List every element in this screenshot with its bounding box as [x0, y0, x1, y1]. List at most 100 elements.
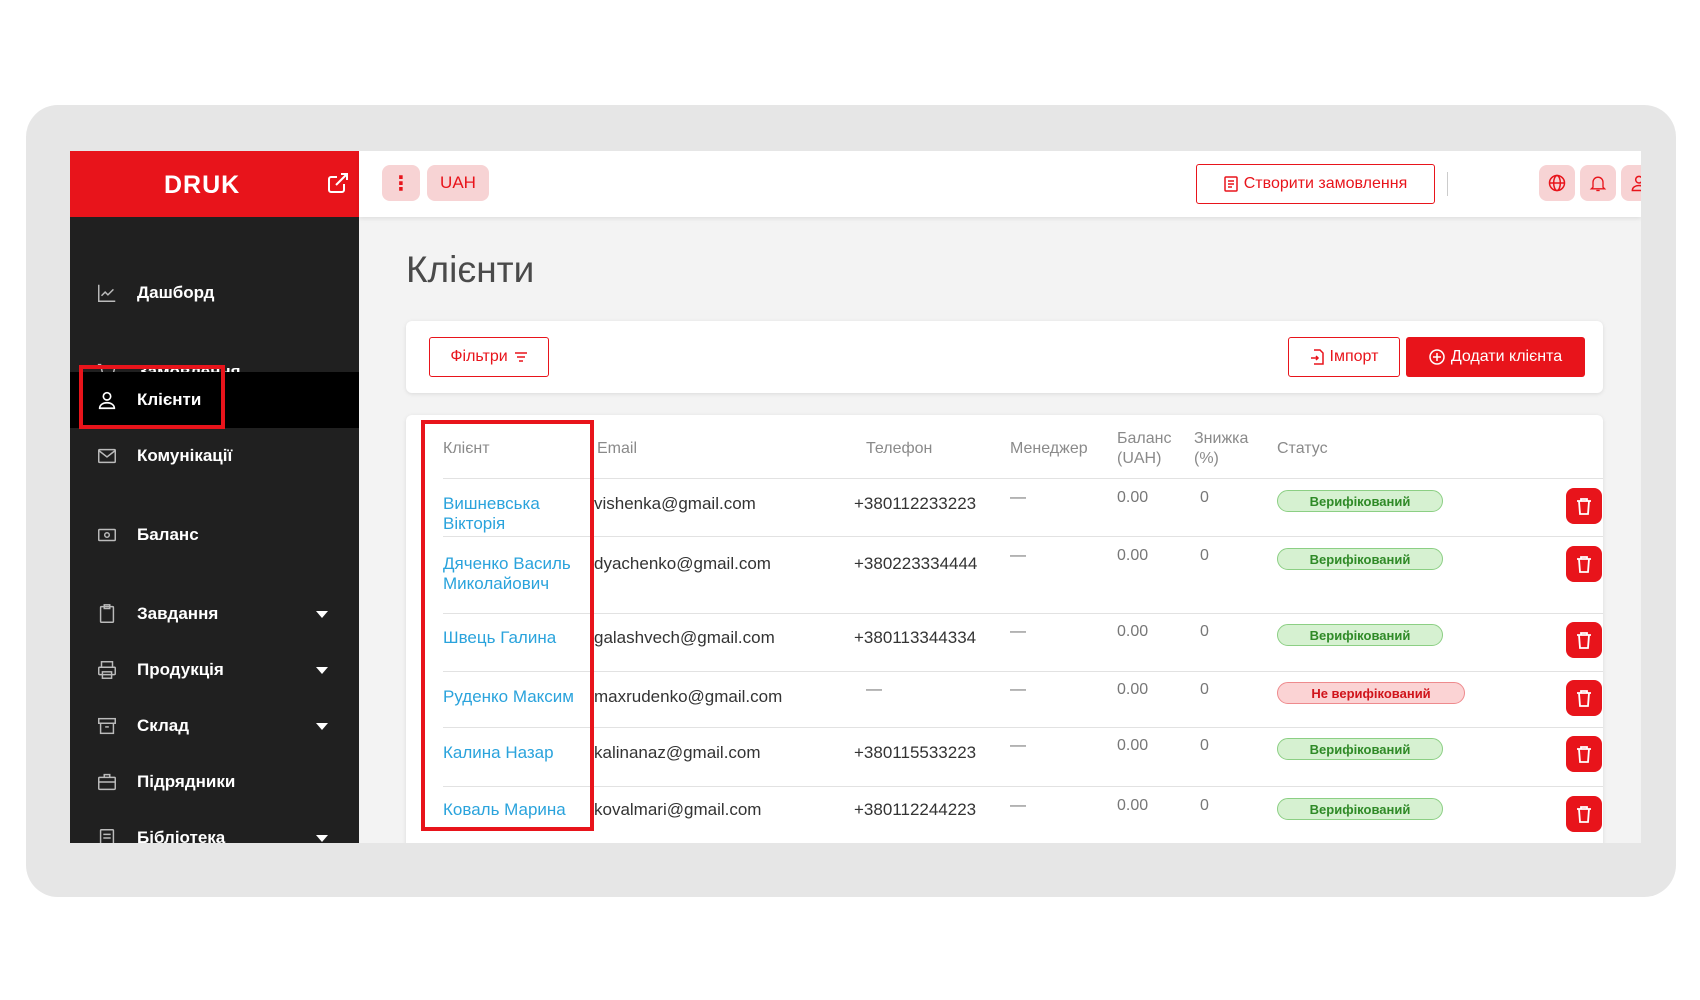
trash-icon [1577, 556, 1591, 573]
client-column-highlight-box [421, 420, 594, 831]
client-discount: 0 [1200, 681, 1209, 698]
trash-icon [1577, 806, 1591, 823]
chevron-down-icon [316, 666, 328, 674]
chevron-down-icon [316, 834, 328, 842]
clipboard-icon [99, 604, 115, 623]
row-divider [443, 536, 1603, 537]
header-discount-line1: Знижка [1194, 430, 1249, 447]
sidebar: DRUK Дашборд Замовлення Клієнти [70, 151, 359, 843]
profile-button[interactable] [1621, 165, 1641, 201]
chevron-down-icon [316, 610, 328, 618]
sidebar-item-library[interactable]: Бібліотека [70, 810, 359, 843]
sidebar-item-warehouse[interactable]: Склад [70, 698, 359, 754]
client-balance: 0.00 [1117, 623, 1149, 640]
header-manager[interactable]: Менеджер [1010, 439, 1088, 459]
client-discount: 0 [1200, 623, 1209, 640]
row-divider [443, 613, 1603, 614]
sidebar-item-label: Склад [137, 716, 190, 735]
sidebar-item-label: Баланс [137, 525, 199, 544]
sidebar-item-label: Підрядники [137, 772, 236, 791]
client-email: dyachenko@gmail.com [594, 554, 771, 573]
more-menu-button[interactable]: ⋮ [382, 165, 420, 201]
client-discount: 0 [1200, 797, 1209, 814]
header-phone[interactable]: Телефон [866, 439, 932, 459]
plus-circle-icon [1429, 349, 1445, 365]
sidebar-item-tasks[interactable]: Завдання [70, 586, 359, 642]
delete-button[interactable] [1566, 622, 1602, 658]
sidebar-item-label: Бібліотека [137, 828, 226, 843]
client-discount: 0 [1200, 737, 1209, 754]
user-icon [1631, 175, 1641, 192]
header-balance[interactable]: Баланс (UAH) [1117, 429, 1171, 469]
import-icon [1310, 349, 1324, 365]
create-order-button[interactable]: Створити замовлення [1196, 164, 1435, 204]
row-divider [443, 786, 1603, 787]
sidebar-item-label: Дашборд [137, 283, 215, 302]
status-badge: Верифікований [1277, 798, 1443, 820]
printer-icon [98, 661, 116, 679]
client-discount: 0 [1200, 547, 1209, 564]
delete-button[interactable] [1566, 488, 1602, 524]
client-phone: +380223334444 [854, 554, 978, 573]
globe-icon [1548, 174, 1566, 192]
sidebar-item-contractors[interactable]: Підрядники [70, 754, 359, 810]
toolbar-card: Фільтри Імпорт Додати клієнта [406, 321, 1603, 393]
sidebar-item-label: Продукція [137, 660, 224, 679]
delete-button[interactable] [1566, 796, 1602, 832]
status-badge: Верифікований [1277, 624, 1443, 646]
sidebar-item-products[interactable]: Продукція [70, 642, 359, 698]
trash-icon [1577, 632, 1591, 649]
clients-highlight-box [79, 365, 225, 429]
client-email: vishenka@gmail.com [594, 494, 756, 513]
delete-button[interactable] [1566, 546, 1602, 582]
header-balance-line2: (UAH) [1117, 450, 1162, 467]
brand-logo: DRUK [164, 171, 241, 199]
chart-icon [98, 284, 116, 302]
status-badge: Верифікований [1277, 738, 1443, 760]
sidebar-item-label: Комунікації [137, 446, 233, 465]
header-balance-line1: Баланс [1117, 430, 1172, 447]
create-order-label: Створити замовлення [1243, 175, 1408, 192]
client-balance: 0.00 [1117, 547, 1149, 564]
client-email: kovalmari@gmail.com [594, 800, 762, 819]
briefcase-icon [98, 773, 116, 791]
notifications-button[interactable] [1580, 165, 1616, 201]
document-icon [1224, 176, 1238, 192]
header-status[interactable]: Статус [1277, 439, 1328, 459]
trash-icon [1577, 690, 1591, 707]
delete-button[interactable] [1566, 736, 1602, 772]
envelope-icon [98, 448, 116, 464]
bell-icon [1589, 176, 1607, 192]
client-phone: — [866, 681, 882, 698]
client-manager: — [1010, 489, 1026, 506]
import-button[interactable]: Імпорт [1288, 337, 1400, 377]
client-email: maxrudenko@gmail.com [594, 687, 783, 706]
currency-button[interactable]: UAH [427, 165, 489, 201]
page-title: Клієнти [406, 249, 535, 290]
client-balance: 0.00 [1117, 797, 1149, 814]
filters-button[interactable]: Фільтри [429, 337, 549, 377]
delete-button[interactable] [1566, 680, 1602, 716]
header-email[interactable]: Email [597, 439, 637, 459]
language-button[interactable] [1539, 165, 1575, 201]
sidebar-item-balance[interactable]: Баланс [70, 507, 359, 563]
app-window: DRUK Дашборд Замовлення Клієнти [70, 151, 1641, 843]
sidebar-item-communications[interactable]: Комунікації [70, 428, 359, 484]
client-manager: — [1010, 623, 1026, 640]
brand-bar: DRUK [70, 151, 359, 217]
sidebar-item-dashboard[interactable]: Дашборд [70, 265, 359, 321]
row-divider [443, 478, 1603, 479]
client-phone: +380112233223 [854, 494, 977, 513]
money-icon [98, 528, 116, 542]
trash-icon [1577, 498, 1591, 515]
client-balance: 0.00 [1117, 489, 1149, 506]
status-badge: Верифікований [1277, 490, 1443, 512]
external-link-icon[interactable] [326, 171, 350, 195]
trash-icon [1577, 746, 1591, 763]
sidebar-item-label: Завдання [137, 604, 219, 623]
client-email: kalinanaz@gmail.com [594, 743, 761, 762]
add-client-button[interactable]: Додати клієнта [1406, 337, 1585, 377]
header-discount[interactable]: Знижка (%) [1194, 429, 1248, 469]
filter-icon [514, 352, 527, 362]
topbar: ⋮ UAH Створити замовлення [359, 151, 1641, 217]
